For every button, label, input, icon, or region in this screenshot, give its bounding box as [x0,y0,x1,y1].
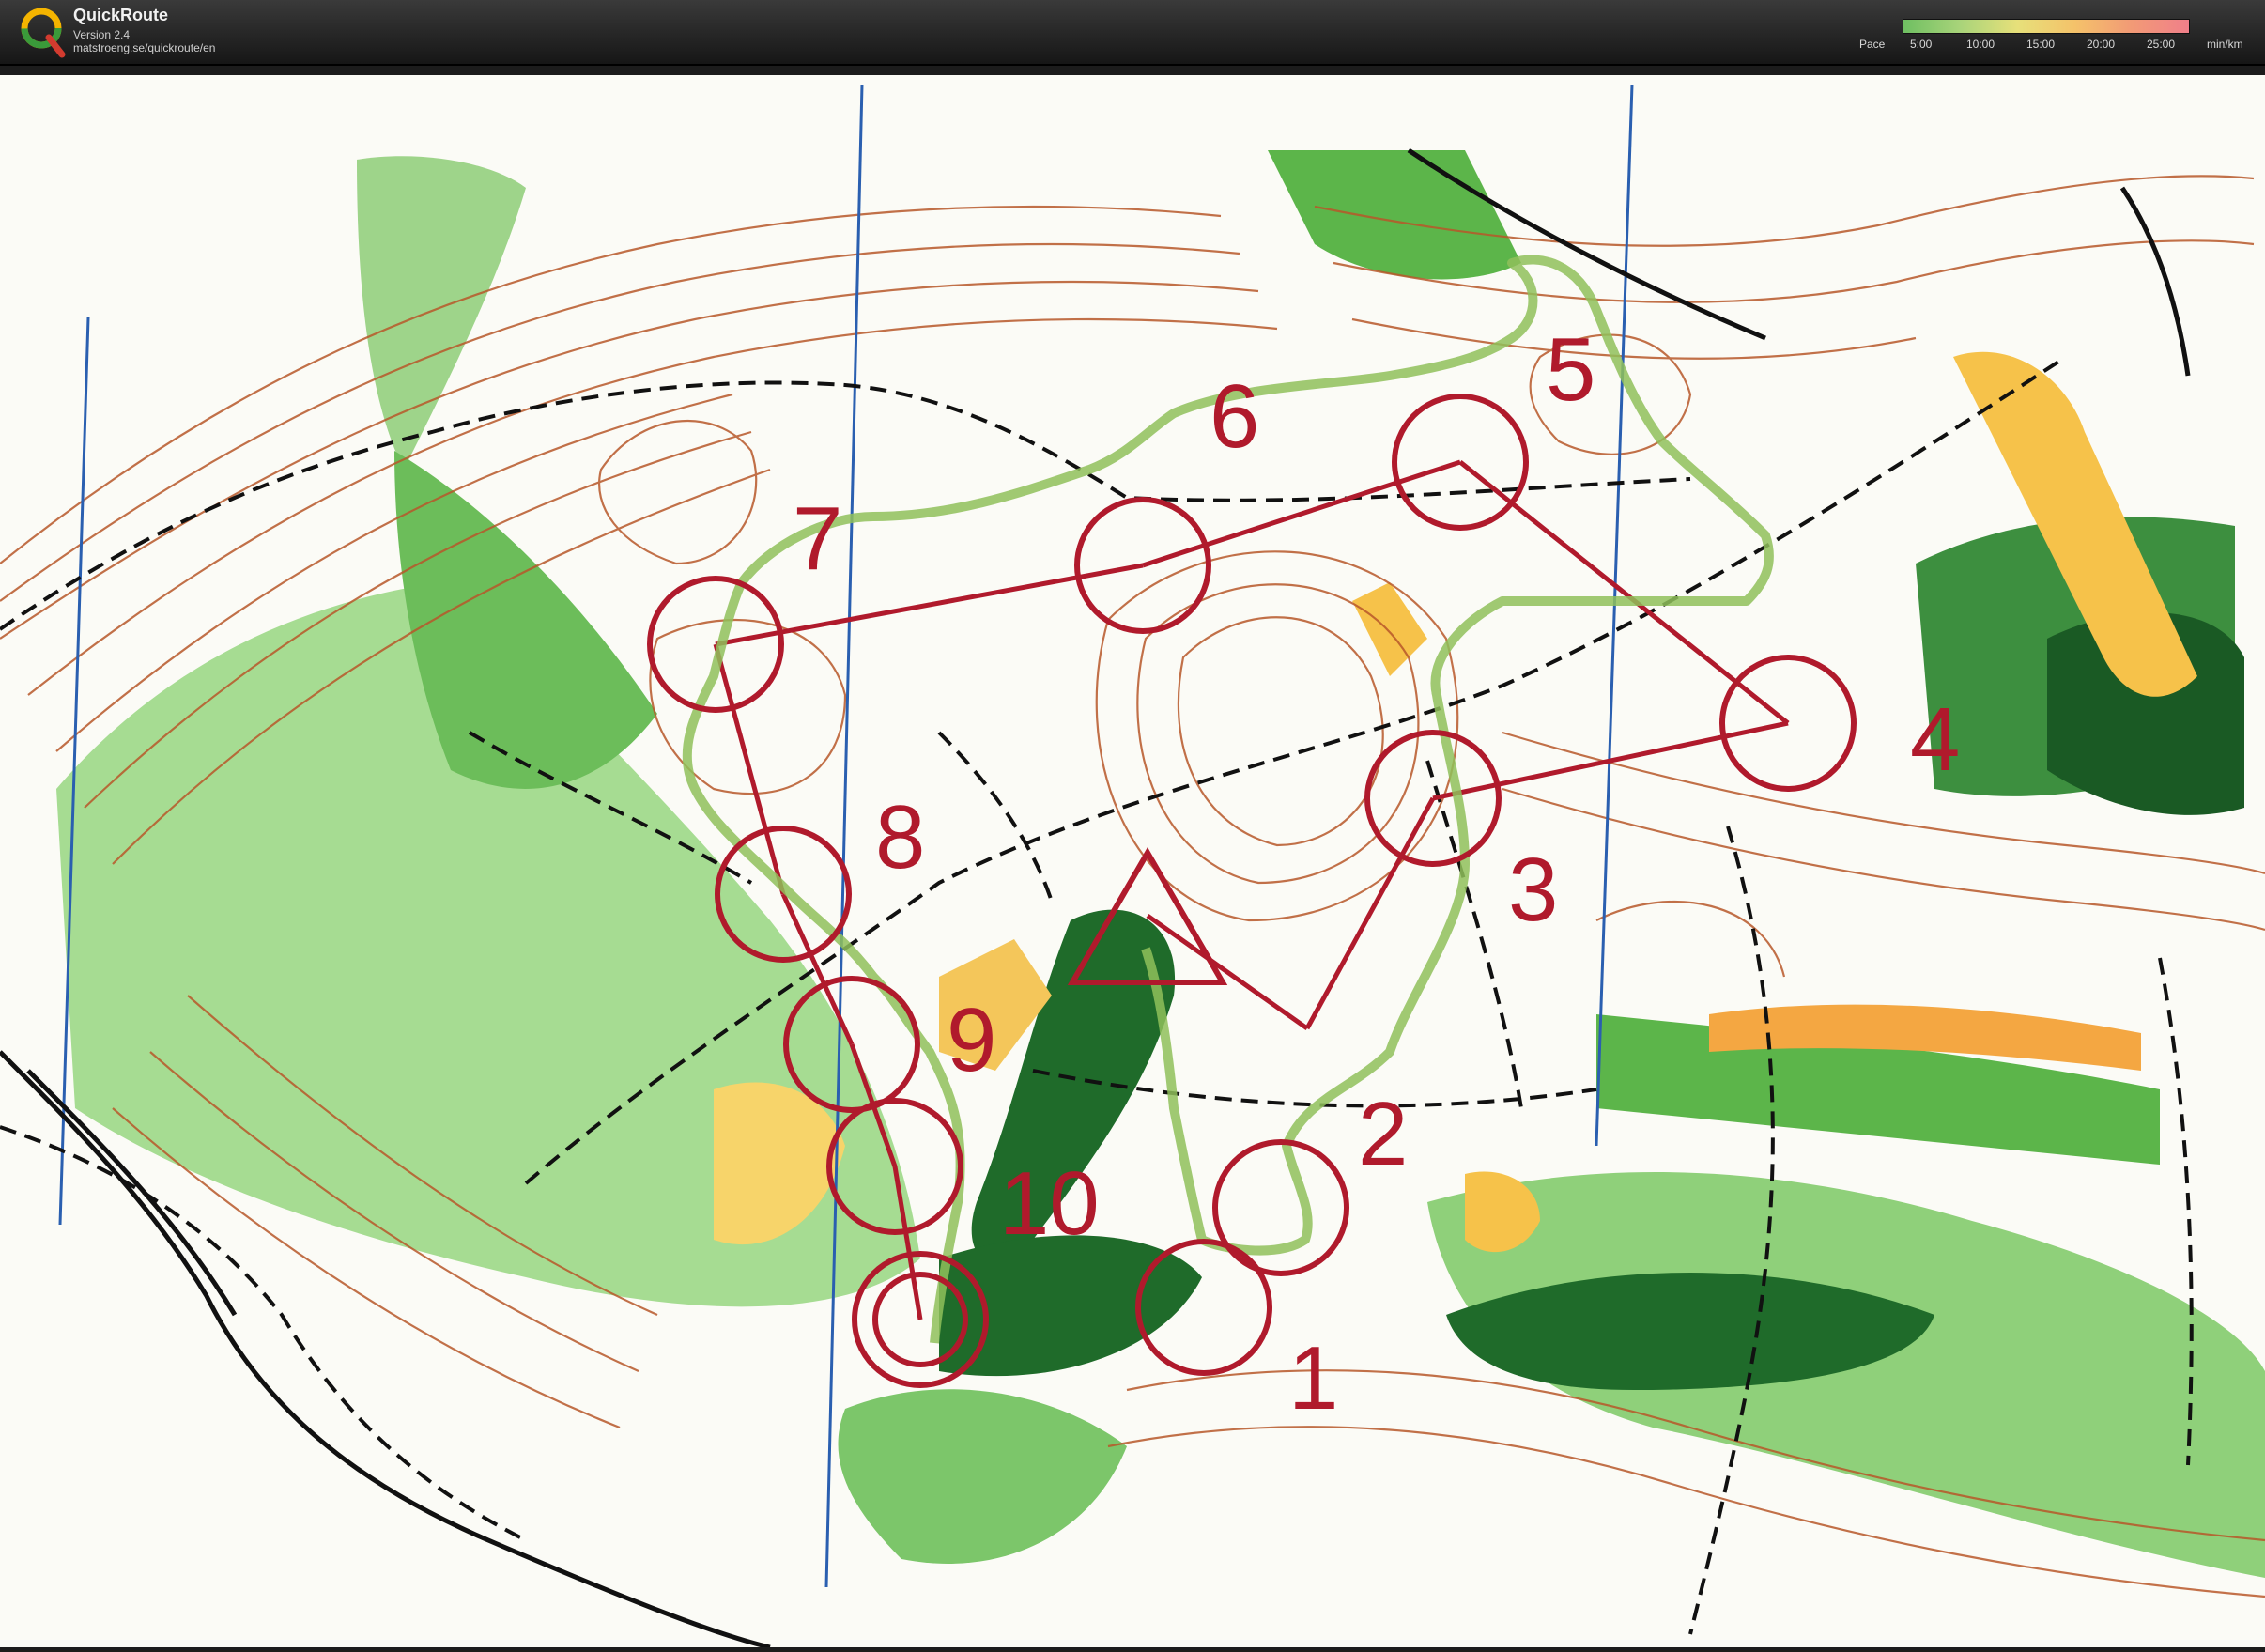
pace-color-scale [1903,19,2190,34]
pace-tick: 5:00 [1910,38,1933,51]
pace-tick: 10:00 [1966,38,1995,51]
pace-tick: 25:00 [2147,38,2176,51]
pace-tick: 15:00 [2026,38,2056,51]
pace-tick: 20:00 [2087,38,2116,51]
control-number-4: 4 [1910,689,1960,790]
control-number-10: 10 [999,1153,1100,1254]
map-canvas[interactable]: 1 2 3 4 5 6 7 8 9 10 [0,75,2265,1650]
app-url: matstroeng.se/quickroute/en [73,41,216,54]
orienteering-map[interactable]: 1 2 3 4 5 6 7 8 9 10 [0,75,2265,1650]
control-number-8: 8 [875,787,925,888]
app-title: QuickRoute [73,6,169,24]
quickroute-logo-icon [21,8,66,58]
control-number-9: 9 [947,990,996,1090]
control-number-6: 6 [1210,366,1259,467]
pace-legend-label: Pace [1859,38,1886,51]
app-header: QuickRoute Version 2.4 matstroeng.se/qui… [0,0,2265,66]
control-number-3: 3 [1508,840,1558,940]
control-number-1: 1 [1288,1328,1338,1428]
control-number-7: 7 [793,488,842,589]
pace-unit-label: min/km [2207,38,2243,51]
control-number-5: 5 [1546,319,1595,420]
control-number-2: 2 [1358,1084,1408,1184]
app-version: Version 2.4 [73,28,131,41]
